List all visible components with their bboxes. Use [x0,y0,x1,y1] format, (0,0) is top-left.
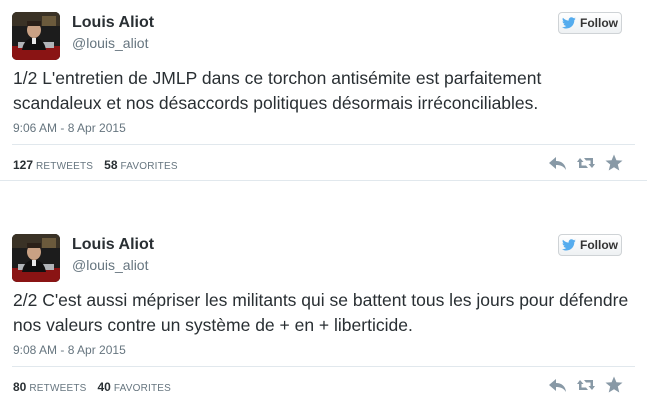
retweets-label[interactable]: RETWEETS [29,383,86,394]
twitter-bird-icon [562,17,576,29]
tweet-actions [548,375,628,395]
favorites-count[interactable]: 58 [104,158,117,172]
author-name[interactable]: Louis Aliot [72,14,154,32]
retweet-icon[interactable] [576,153,596,173]
retweet-icon[interactable] [576,375,596,395]
reply-icon[interactable] [548,375,568,395]
tweet-text: 1/2 L'entretien de JMLP dans ce torchon … [13,68,542,113]
follow-label: Follow [580,16,618,30]
author-handle[interactable]: @louis_aliot [72,257,148,273]
star-icon[interactable] [604,153,624,173]
reply-icon[interactable] [548,153,568,173]
tweet-bottom-border [0,180,647,181]
tweet-card: Louis Aliot @louis_aliot Follow 1/2 L'en… [0,0,647,181]
tweet-timestamp[interactable]: 9:08 AM - 8 Apr 2015 [13,343,126,357]
follow-label: Follow [580,238,618,252]
tweet-actions [548,153,628,173]
avatar[interactable] [12,12,60,60]
favorites-label[interactable]: FAVORITES [114,383,171,394]
avatar[interactable] [12,234,60,282]
follow-button[interactable]: Follow [558,234,622,256]
avatar-photo [12,234,60,282]
follow-button[interactable]: Follow [558,12,622,34]
author-handle[interactable]: @louis_aliot [72,35,148,51]
tweet-text: 2/2 C'est aussi mépriser les militants q… [13,290,629,335]
favorites-count[interactable]: 40 [98,380,111,394]
favorites-label[interactable]: FAVORITES [121,161,178,172]
star-icon[interactable] [604,375,624,395]
tweet-timestamp[interactable]: 9:06 AM - 8 Apr 2015 [13,121,126,135]
retweets-count[interactable]: 127 [13,158,33,172]
tweet-stats: 127 RETWEETS 58 FAVORITES [13,158,186,172]
tweet-stats: 80 RETWEETS 40 FAVORITES [13,380,179,394]
retweets-count[interactable]: 80 [13,380,26,394]
twitter-bird-icon [562,239,576,251]
avatar-photo [12,12,60,60]
tweet-card: Louis Aliot @louis_aliot Follow 2/2 C'es… [0,222,647,402]
stats-divider [12,366,635,367]
author-name[interactable]: Louis Aliot [72,236,154,254]
retweets-label[interactable]: RETWEETS [36,161,93,172]
stats-divider [12,144,635,145]
